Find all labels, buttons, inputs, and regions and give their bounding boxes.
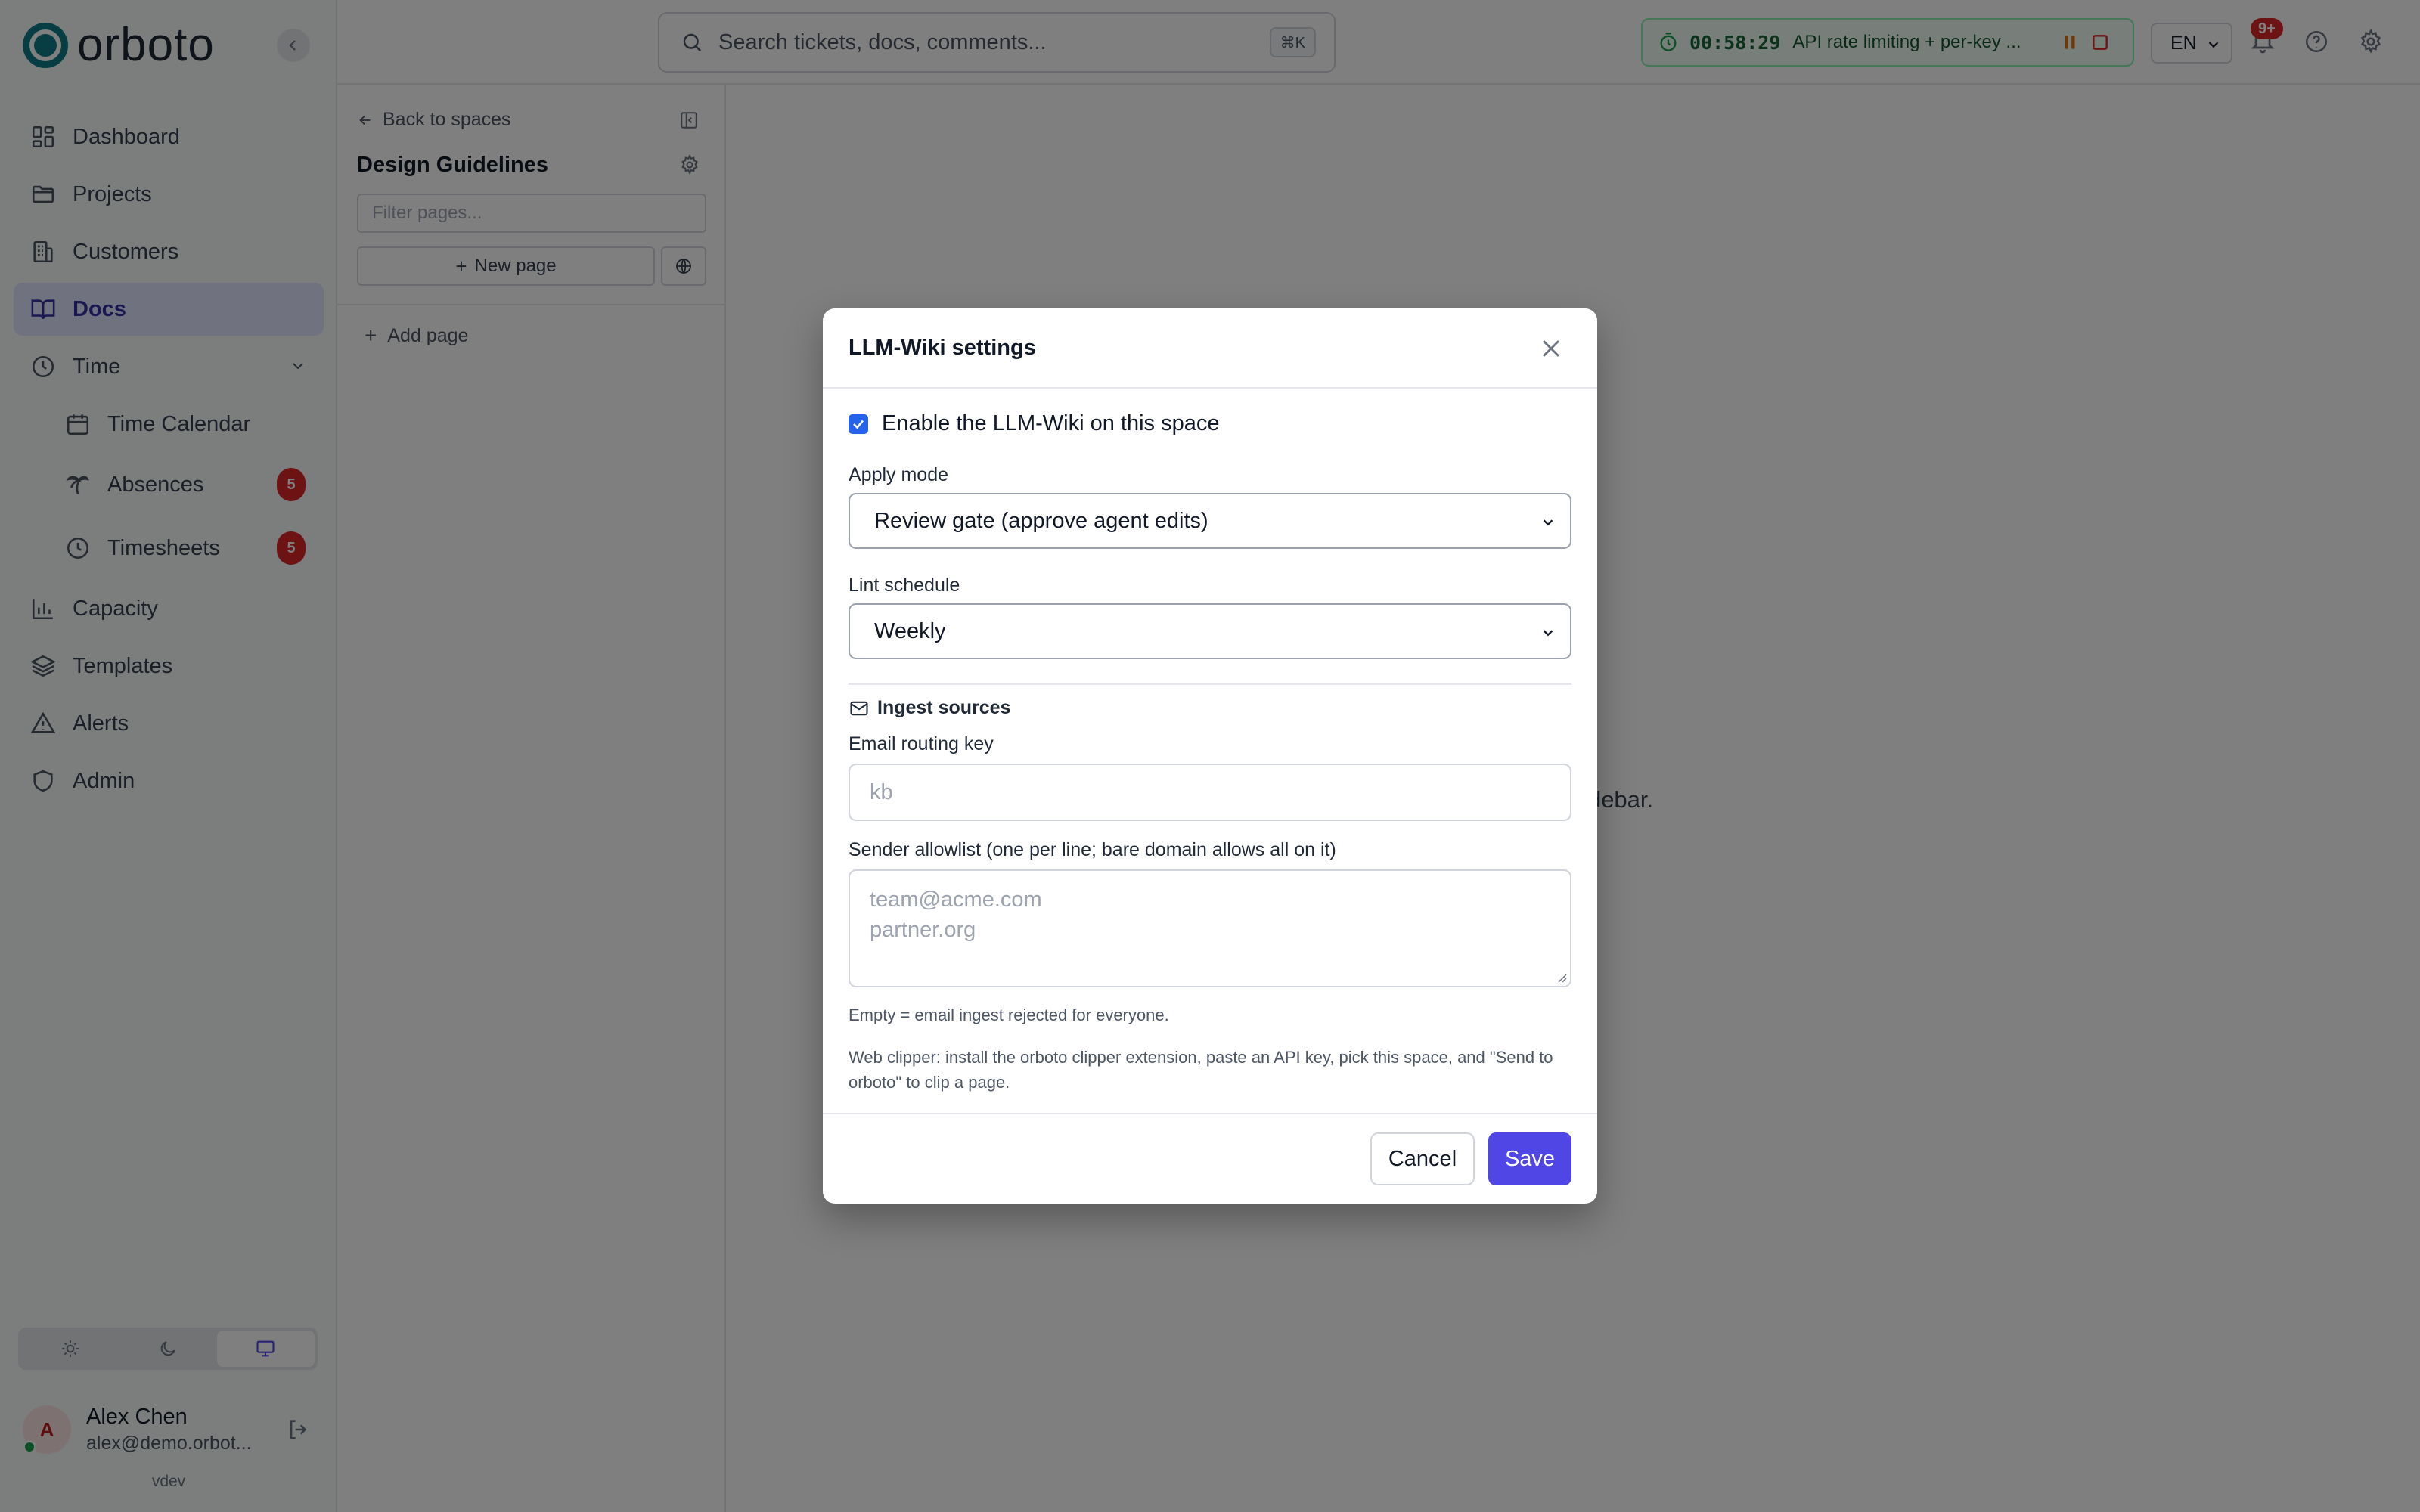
mail-icon: [850, 701, 868, 715]
checkmark-icon: [853, 420, 864, 429]
apply-mode-value: Review gate (approve agent edits): [874, 508, 1208, 533]
apply-mode-select[interactable]: Review gate (approve agent edits): [849, 493, 1571, 549]
web-clipper-hint: Web clipper: install the orboto clipper …: [849, 1048, 1553, 1092]
enable-llm-wiki-label: Enable the LLM-Wiki on this space: [882, 411, 1220, 435]
email-routing-key-label: Email routing key: [849, 733, 994, 754]
email-routing-key-input[interactable]: kb: [849, 764, 1571, 821]
llm-wiki-settings-dialog: LLM-Wiki settings Enable the LLM-Wiki on…: [823, 308, 1597, 1204]
enable-llm-wiki-row: Enable the LLM-Wiki on this space: [849, 411, 1220, 436]
section-divider: [849, 683, 1571, 685]
dialog-title: LLM-Wiki settings: [849, 336, 1036, 360]
apply-mode-label: Apply mode: [849, 464, 949, 485]
dialog-footer-divider: [823, 1113, 1597, 1114]
ingest-sources-heading: Ingest sources: [849, 697, 1010, 719]
email-routing-key-placeholder: kb: [870, 779, 893, 804]
sender-allowlist-textarea[interactable]: team@acme.com partner.org: [849, 869, 1571, 987]
sender-allowlist-label: Sender allowlist (one per line; bare dom…: [849, 839, 1336, 860]
lint-schedule-value: Weekly: [874, 618, 946, 643]
resize-grip-icon[interactable]: [1556, 972, 1567, 983]
save-button[interactable]: Save: [1488, 1132, 1571, 1185]
allowlist-empty-hint: Empty = email ingest rejected for everyo…: [849, 1005, 1169, 1024]
allowlist-placeholder-line: team@acme.com: [870, 888, 1042, 912]
chevron-down-icon: [1543, 630, 1553, 637]
chevron-down-icon: [1543, 519, 1553, 526]
dialog-header: LLM-Wiki settings: [823, 308, 1597, 389]
ingest-sources-label: Ingest sources: [877, 697, 1011, 718]
lint-schedule-label: Lint schedule: [849, 575, 960, 596]
lint-schedule-select[interactable]: Weekly: [849, 603, 1571, 659]
cancel-button[interactable]: Cancel: [1370, 1132, 1475, 1185]
allowlist-placeholder-line: partner.org: [870, 918, 976, 942]
close-icon[interactable]: [1538, 336, 1564, 361]
enable-llm-wiki-checkbox[interactable]: [849, 414, 868, 434]
